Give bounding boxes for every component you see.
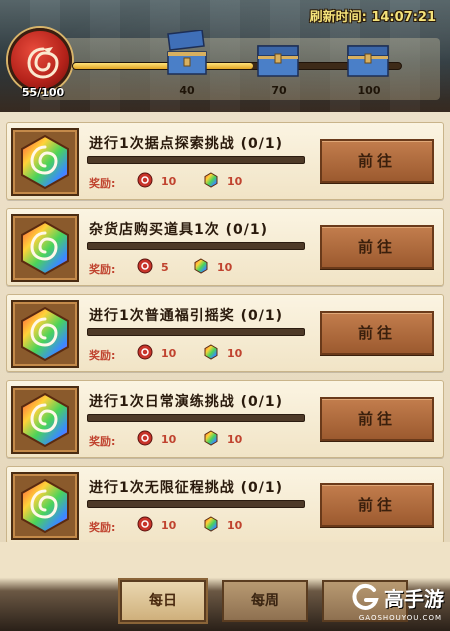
milestone-label-70: 70 [271, 84, 287, 97]
reward-value-points: 10 [161, 519, 177, 532]
task-title: 杂货店购买道具1次 (0/1) [89, 222, 269, 238]
leaf-village-emblem-icon [8, 28, 72, 92]
task-item: 杂货店购买道具1次 (0/1) 奖励: 5 10 前往 [6, 208, 444, 286]
tab-weekly[interactable]: 每周 [222, 580, 308, 622]
rainbow-gem-icon [204, 172, 218, 188]
task-title: 进行1次无限征程挑战 (0/1) [89, 480, 284, 496]
task-icon [11, 472, 79, 540]
rainbow-hexagon-leaf-icon [21, 392, 69, 448]
watermark: 高手游 [350, 582, 444, 612]
rainbow-hexagon-leaf-icon [21, 220, 69, 276]
task-progress-bar [87, 156, 305, 164]
task-title: 进行1次日常演练挑战 (0/1) [89, 394, 284, 410]
points-value: 55/100 [21, 86, 65, 99]
task-item: 进行1次普通福引摇奖 (0/1) 奖励: 10 10 前往 [6, 294, 444, 372]
rainbow-gem-icon [194, 258, 208, 274]
refresh-time: 刷新时间: 14:07:21 [309, 10, 436, 25]
activity-point-icon [137, 430, 153, 446]
reward-value-points: 10 [161, 433, 177, 446]
tab-daily[interactable]: 每日 [120, 580, 206, 622]
reward-label: 奖励: [89, 521, 116, 534]
task-icon [11, 214, 79, 282]
activity-point-icon [137, 172, 153, 188]
milestone-label-100: 100 [357, 84, 381, 97]
task-title: 进行1次据点探索挑战 (0/1) [89, 136, 284, 152]
go-button[interactable]: 前往 [320, 225, 434, 269]
reward-value-points: 10 [161, 175, 177, 188]
task-list: 进行1次据点探索挑战 (0/1) 奖励: 10 10 前往 杂货店购买道具1次 … [0, 112, 450, 544]
reward-label: 奖励: [89, 177, 116, 190]
reward-value-gem: 10 [227, 519, 243, 532]
task-item: 进行1次无限征程挑战 (0/1) 奖励: 10 10 前往 [6, 466, 444, 544]
task-item: 进行1次日常演练挑战 (0/1) 奖励: 10 10 前往 [6, 380, 444, 458]
rainbow-hexagon-leaf-icon [21, 306, 69, 362]
watermark-subtext: GAOSHOUYOU.COM [358, 614, 442, 622]
go-button[interactable]: 前往 [320, 311, 434, 355]
watermark-text: 高手游 [384, 586, 444, 611]
treasure-chest-icon [257, 45, 299, 77]
reward-label: 奖励: [89, 435, 116, 448]
task-icon [11, 300, 79, 368]
reward-label: 奖励: [89, 349, 116, 362]
gaoshouyou-logo-icon [352, 583, 379, 610]
activity-point-icon [137, 516, 153, 532]
task-progress-bar [87, 242, 305, 250]
treasure-chest-icon [347, 45, 389, 77]
rainbow-hexagon-leaf-icon [21, 134, 69, 190]
reward-value-gem: 10 [217, 261, 233, 274]
task-progress-bar [87, 500, 305, 508]
reward-label: 奖励: [89, 263, 116, 276]
task-title: 进行1次普通福引摇奖 (0/1) [89, 308, 284, 324]
task-icon [11, 386, 79, 454]
activity-point-icon [137, 344, 153, 360]
reward-value-points: 10 [161, 347, 177, 360]
rainbow-gem-icon [204, 344, 218, 360]
task-icon [11, 128, 79, 196]
header: 刷新时间: 14:07:21 55/100 40 70 100 [0, 0, 450, 112]
rainbow-hexagon-leaf-icon [21, 478, 69, 534]
reward-value-gem: 10 [227, 175, 243, 188]
open-chest-icon [167, 30, 207, 75]
reward-value-gem: 10 [227, 347, 243, 360]
task-progress-bar [87, 328, 305, 336]
milestone-label-40: 40 [179, 84, 195, 97]
activity-point-icon [137, 258, 153, 274]
milestone-chest-40[interactable] [160, 30, 214, 80]
go-button[interactable]: 前往 [320, 139, 434, 183]
go-button[interactable]: 前往 [320, 483, 434, 527]
reward-value-gem: 10 [227, 433, 243, 446]
task-item: 进行1次据点探索挑战 (0/1) 奖励: 10 10 前往 [6, 122, 444, 200]
milestone-chest-70[interactable] [252, 40, 306, 90]
milestone-chest-100[interactable] [342, 40, 396, 90]
task-progress-bar [87, 414, 305, 422]
rainbow-gem-icon [204, 430, 218, 446]
reward-value-points: 5 [161, 261, 169, 274]
go-button[interactable]: 前往 [320, 397, 434, 441]
rainbow-gem-icon [204, 516, 218, 532]
